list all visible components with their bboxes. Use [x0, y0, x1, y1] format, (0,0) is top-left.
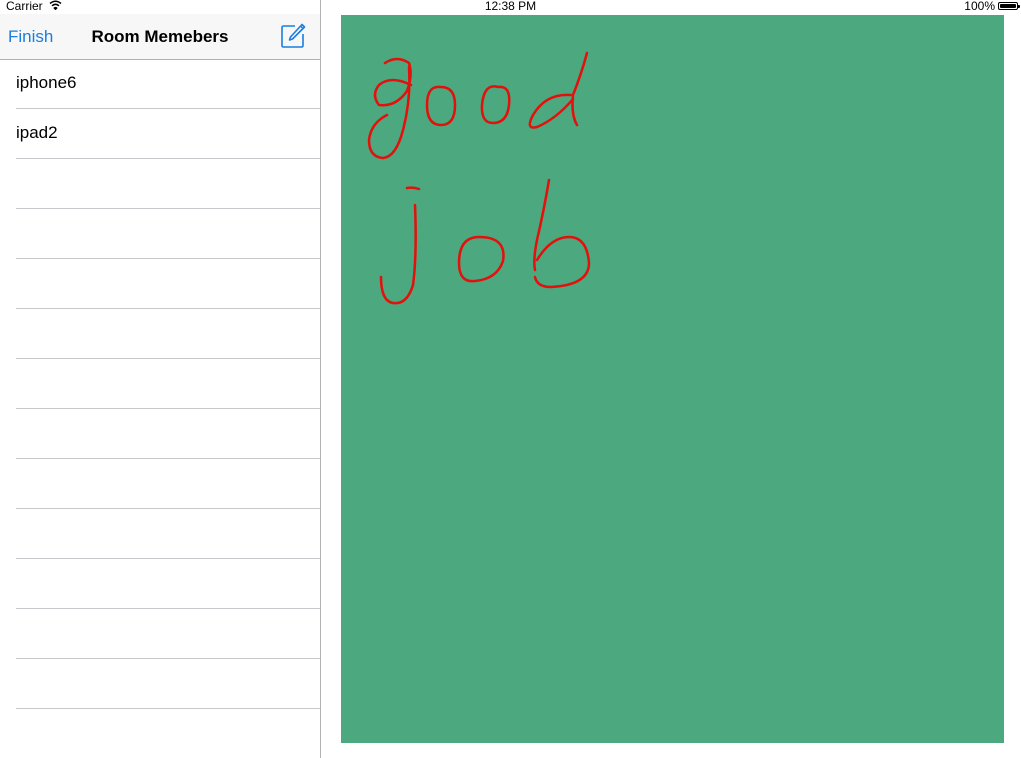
member-row[interactable]	[0, 459, 320, 509]
battery-tip	[1018, 5, 1020, 8]
navigation-bar: Finish Room Memebers	[0, 14, 320, 60]
member-row[interactable]	[0, 559, 320, 609]
member-row[interactable]	[0, 659, 320, 709]
status-time: 12:38 PM	[484, 0, 537, 13]
ink-stroke-j	[379, 203, 417, 305]
member-row[interactable]: iphone6	[0, 59, 320, 109]
row-separator	[16, 708, 320, 709]
battery-fill	[1000, 4, 1016, 8]
member-row[interactable]	[0, 409, 320, 459]
battery-icon	[998, 2, 1020, 10]
ink-stroke-o3	[457, 235, 505, 283]
member-row[interactable]	[0, 509, 320, 559]
member-row[interactable]	[0, 609, 320, 659]
member-list: iphone6 ipad2	[0, 59, 320, 709]
member-row[interactable]: ipad2	[0, 109, 320, 159]
status-bar: Carrier 12:38 PM 100%	[0, 0, 1021, 14]
member-row[interactable]	[0, 259, 320, 309]
member-row[interactable]	[0, 359, 320, 409]
compose-icon[interactable]	[280, 23, 306, 49]
member-name: ipad2	[16, 123, 58, 142]
ink-stroke-o2	[480, 85, 511, 125]
ink-stroke-o1	[425, 85, 457, 127]
ink-stroke-g	[367, 57, 413, 160]
handwriting-layer	[367, 51, 591, 305]
member-name: iphone6	[16, 73, 77, 92]
drawing-canvas[interactable]	[341, 15, 1004, 743]
battery-percent: 100%	[964, 0, 995, 13]
member-row[interactable]	[0, 159, 320, 209]
sidebar: Finish Room Memebers iphone6 ipad2	[0, 0, 321, 758]
member-row[interactable]	[0, 309, 320, 359]
page-title: Room Memebers	[91, 27, 229, 46]
ink-stroke-d	[528, 51, 589, 129]
ink-stroke-j-dot	[405, 186, 421, 191]
member-row[interactable]	[0, 209, 320, 259]
ink-stroke-b	[533, 178, 591, 289]
battery-indicator: 100%	[964, 0, 1020, 13]
